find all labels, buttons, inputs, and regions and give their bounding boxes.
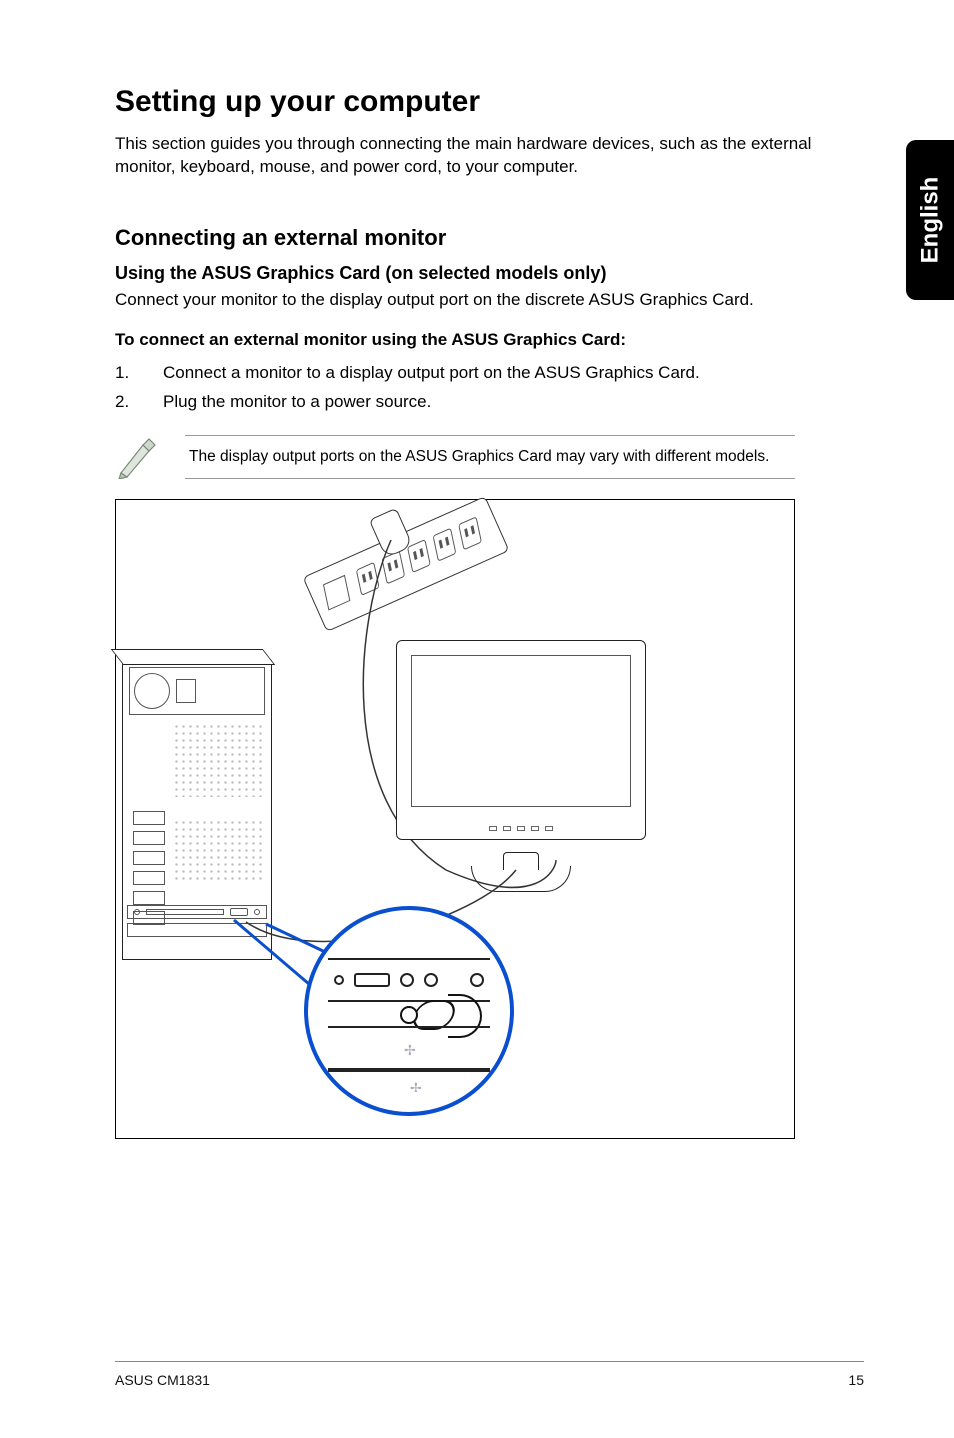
connection-figure: ✢ ✢ [115, 499, 795, 1139]
section-subheading: Using the ASUS Graphics Card (on selecte… [115, 263, 864, 284]
section-heading: Connecting an external monitor [115, 225, 864, 251]
page-content: Setting up your computer This section gu… [0, 0, 954, 1438]
page-title: Setting up your computer [115, 85, 864, 119]
procedure-steps: 1. Connect a monitor to a display output… [115, 360, 864, 415]
footer-rule [115, 1361, 864, 1362]
note-box: The display output ports on the ASUS Gra… [115, 435, 795, 479]
step-item: 2. Plug the monitor to a power source. [115, 389, 864, 415]
footer-page-number: 15 [848, 1372, 864, 1388]
intro-paragraph: This section guides you through connecti… [115, 133, 815, 179]
section-sub-intro: Connect your monitor to the display outp… [115, 290, 864, 310]
note-pencil-icon [115, 435, 159, 479]
step-number: 2. [115, 389, 163, 415]
procedure-title: To connect an external monitor using the… [115, 330, 864, 350]
step-text: Connect a monitor to a display output po… [163, 360, 700, 386]
step-number: 1. [115, 360, 163, 386]
note-text: The display output ports on the ASUS Gra… [185, 435, 795, 479]
step-item: 1. Connect a monitor to a display output… [115, 360, 864, 386]
zoom-callout-icon: ✢ ✢ [304, 906, 514, 1116]
page-footer: ASUS CM1831 15 [115, 1372, 864, 1388]
step-text: Plug the monitor to a power source. [163, 389, 431, 415]
footer-model: ASUS CM1831 [115, 1372, 210, 1388]
